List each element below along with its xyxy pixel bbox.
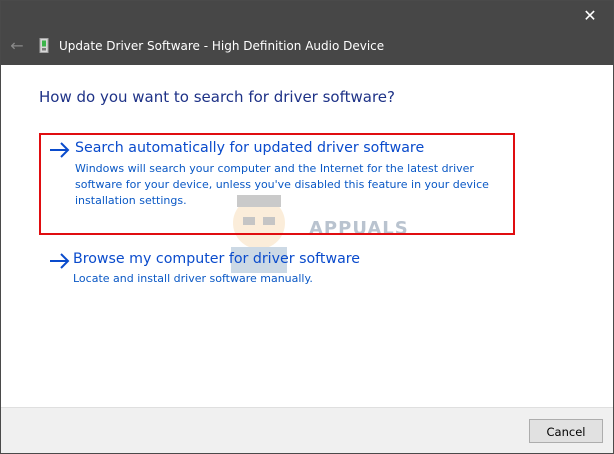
page-heading: How do you want to search for driver sof… xyxy=(39,88,395,106)
dialog-content: How do you want to search for driver sof… xyxy=(1,65,613,407)
arrow-right-icon xyxy=(50,253,70,269)
option-title: Search automatically for updated driver … xyxy=(75,140,425,156)
title-bar: ✕ ← Update Driver Software - High Defini… xyxy=(1,1,613,65)
device-icon xyxy=(39,38,49,53)
back-button[interactable]: ← xyxy=(5,33,29,59)
arrow-left-icon: ← xyxy=(10,36,24,55)
close-icon: ✕ xyxy=(583,6,597,25)
cancel-button[interactable]: Cancel xyxy=(529,419,603,443)
option-title: Browse my computer for driver software xyxy=(73,251,361,267)
option-search-automatically[interactable]: Search automatically for updated driver … xyxy=(39,133,515,235)
update-driver-window: ✕ ← Update Driver Software - High Defini… xyxy=(0,0,614,454)
close-button[interactable]: ✕ xyxy=(567,1,613,31)
option-description: Locate and install driver software manua… xyxy=(73,272,313,285)
option-description: Windows will search your computer and th… xyxy=(75,162,489,207)
window-title: Update Driver Software - High Definition… xyxy=(59,39,385,53)
arrow-right-icon xyxy=(50,142,70,158)
option-browse-computer[interactable]: Browse my computer for driver software L… xyxy=(39,247,515,293)
dialog-footer: Cancel xyxy=(1,407,613,453)
